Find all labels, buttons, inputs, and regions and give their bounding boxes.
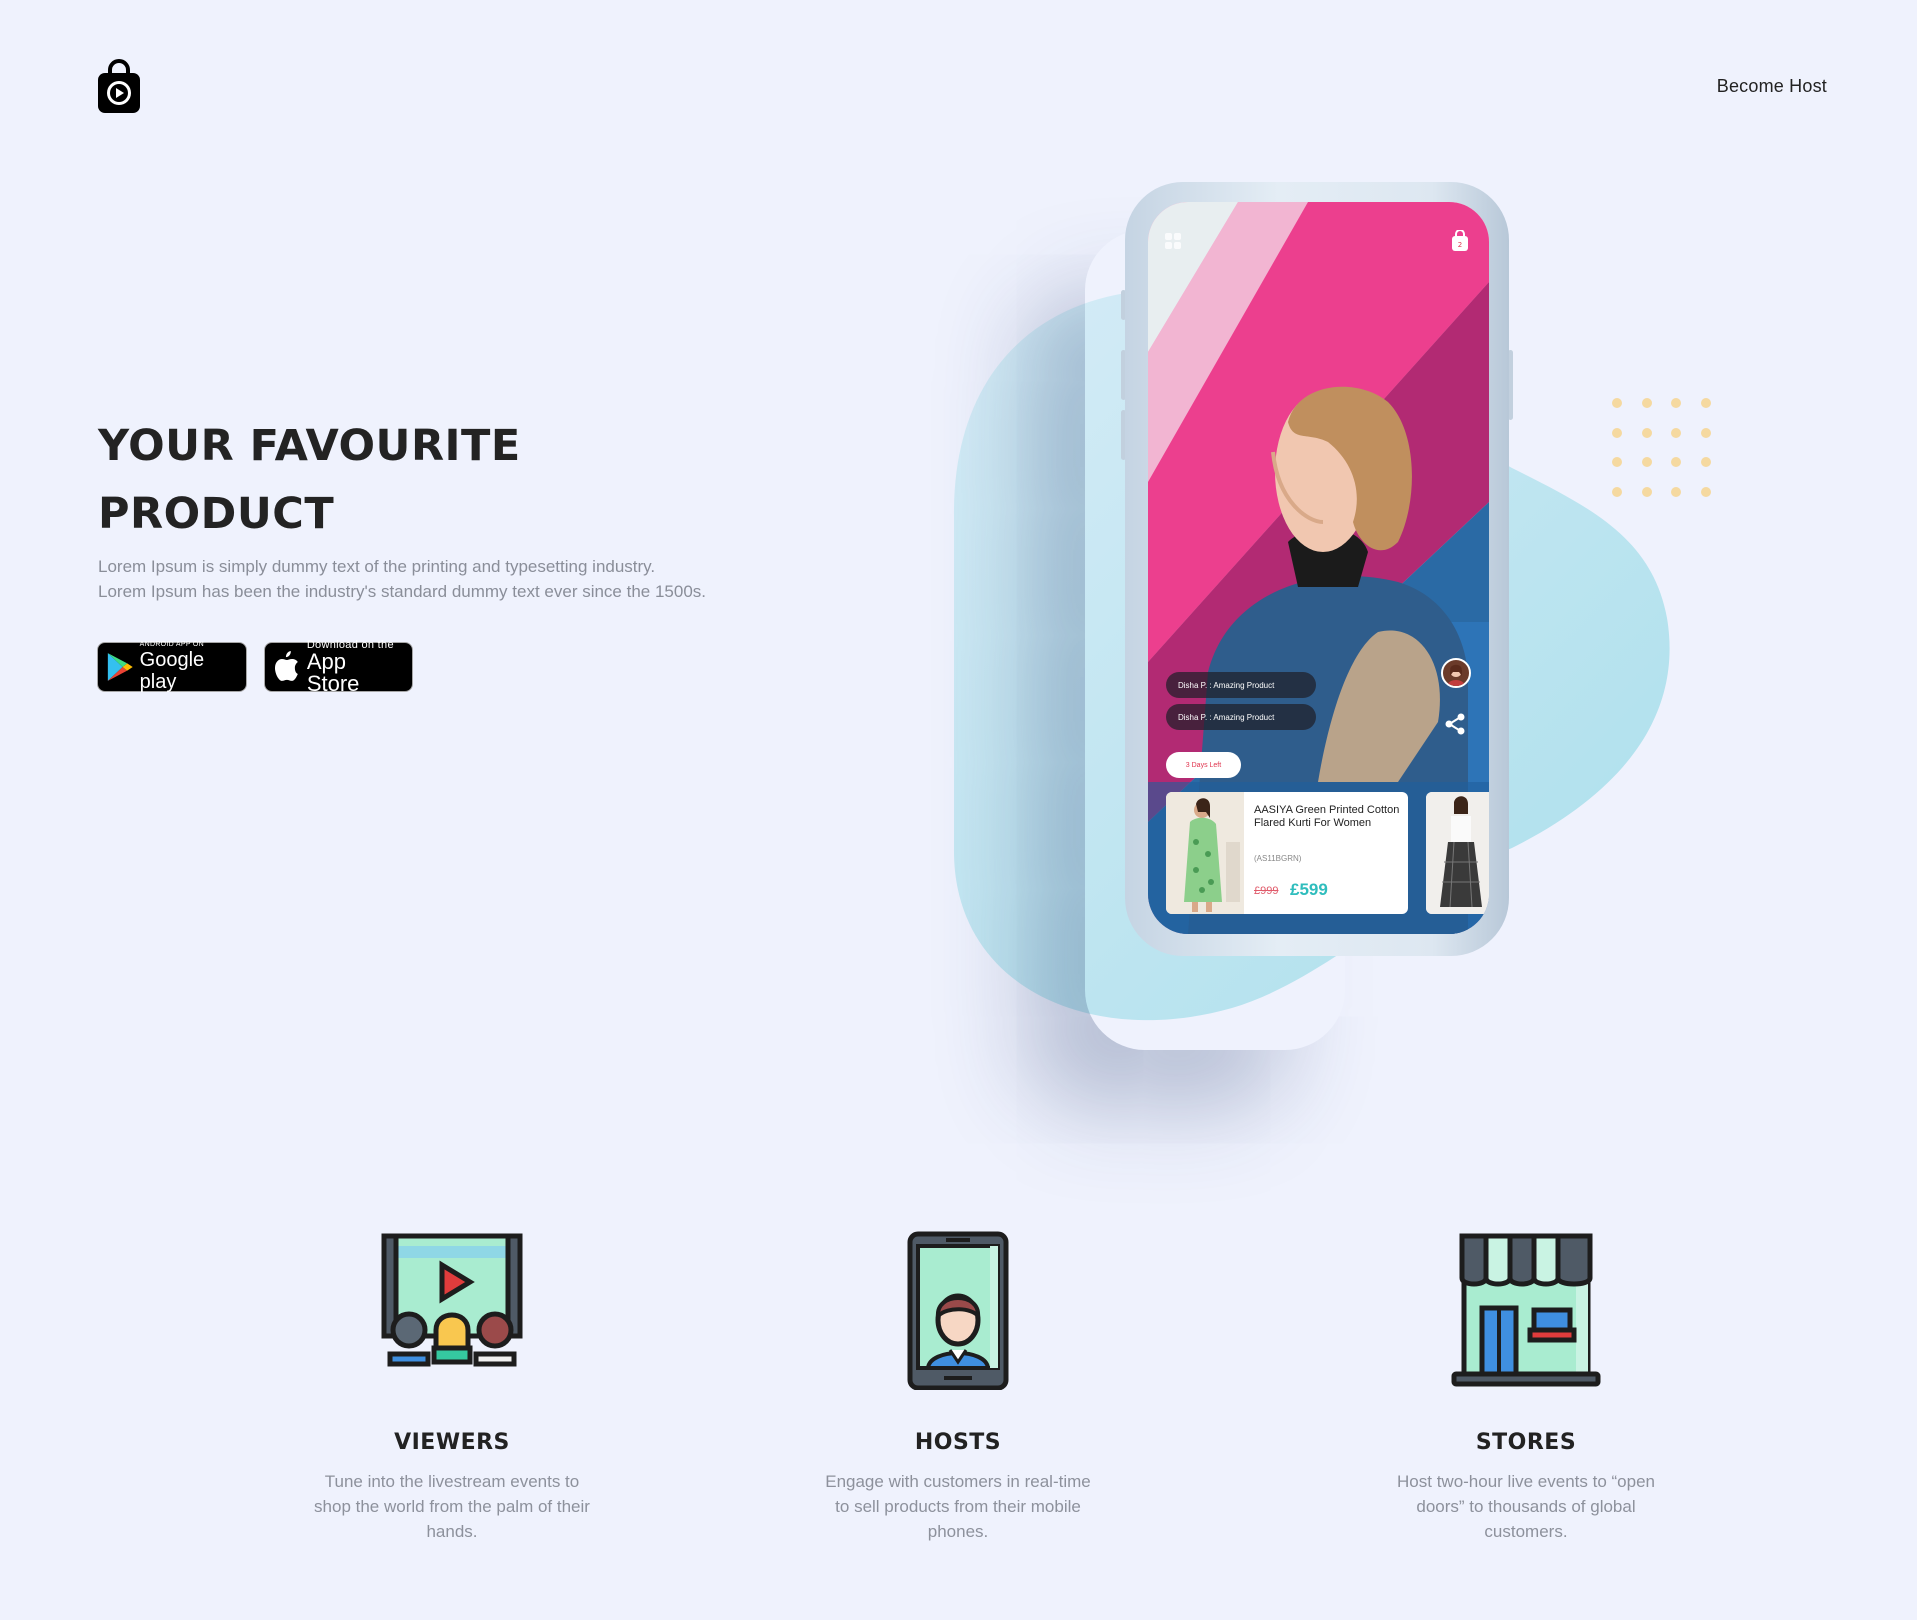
grid-menu-icon[interactable] — [1164, 232, 1182, 250]
shopping-bag-play-icon[interactable] — [97, 58, 141, 114]
hero-desc-line1: Lorem Ipsum is simply dummy text of the … — [98, 557, 656, 576]
host-phone-icon — [907, 1231, 1009, 1390]
chat-message: Disha P. : Amazing Product — [1166, 672, 1316, 698]
google-play-small-text: ANDROID APP ON — [139, 641, 205, 648]
host-avatar[interactable] — [1441, 658, 1471, 688]
app-store-button[interactable]: Download on the App Store — [264, 639, 413, 696]
product-old-price: £999 — [1254, 885, 1279, 897]
google-play-icon — [107, 653, 133, 681]
product-new-price: £599 — [1290, 880, 1328, 899]
become-host-link[interactable]: Become Host — [1717, 76, 1827, 97]
google-play-big-text: Google play — [139, 649, 205, 693]
feature-stores: STORES Host two-hour live events to “ope… — [1376, 1230, 1676, 1544]
product-card[interactable] — [1426, 792, 1489, 914]
chat-message: Disha P. : Amazing Product — [1166, 704, 1316, 730]
product-name: AASIYA Green Printed Cotton Flared Kurti… — [1254, 804, 1400, 829]
feature-hosts: HOSTS Engage with customers in real-time… — [808, 1230, 1108, 1544]
hero-title-line1: YOUR FAVOURITE — [98, 421, 521, 471]
product-image — [1426, 792, 1489, 914]
phone-mockup: 2 Disha P. : Amazing Product Disha P. : … — [1125, 182, 1509, 956]
product-code: (AS11BGRN) — [1254, 854, 1302, 863]
feature-description: Engage with customers in real-time to se… — [825, 1472, 1091, 1541]
hero-title-line2: PRODUCT — [98, 489, 335, 539]
feature-title: STORES — [1475, 1430, 1577, 1455]
viewers-screen-icon — [381, 1233, 523, 1367]
feature-description: Host two-hour live events to “open doors… — [1397, 1472, 1655, 1541]
avatar-icon — [1447, 664, 1465, 686]
share-icon[interactable] — [1443, 712, 1467, 736]
app-store-big-text: App Store — [306, 649, 360, 696]
hero-desc-line2: Lorem Ipsum has been the industry's stan… — [98, 582, 707, 601]
phone-screen: 2 Disha P. : Amazing Product Disha P. : … — [1148, 202, 1489, 934]
product-card[interactable]: AASIYA Green Printed Cotton Flared Kurti… — [1166, 792, 1408, 914]
feature-title: HOSTS — [914, 1430, 1002, 1455]
days-left-badge: 3 Days Left — [1166, 752, 1241, 778]
feature-viewers: VIEWERS Tune into the livestream events … — [302, 1230, 602, 1544]
decorative-dots — [1612, 398, 1711, 497]
cart-bag-icon[interactable]: 2 — [1451, 230, 1469, 252]
feature-title: VIEWERS — [394, 1430, 510, 1455]
apple-icon — [274, 651, 298, 681]
hero-title: YOUR FAVOURITE PRODUCT — [98, 412, 738, 548]
feature-description: Tune into the livestream events to shop … — [314, 1472, 590, 1541]
product-image — [1166, 792, 1244, 914]
store-front-icon — [1451, 1233, 1601, 1387]
hero-description: Lorem Ipsum is simply dummy text of the … — [98, 554, 798, 604]
cart-count: 2 — [1458, 241, 1462, 249]
google-play-button[interactable]: ANDROID APP ON Google play — [97, 641, 247, 693]
